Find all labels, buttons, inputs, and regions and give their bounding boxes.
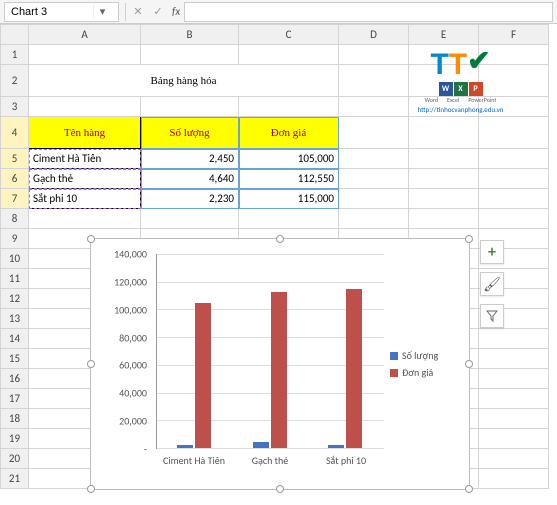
legend-swatch xyxy=(390,369,398,377)
cell-qty[interactable]: 4,640 xyxy=(141,169,239,189)
bar[interactable] xyxy=(271,292,287,448)
bar[interactable] xyxy=(346,289,362,448)
chart-legend[interactable]: Số lượng Đơn giá xyxy=(384,249,459,479)
cancel-icon: ✕ xyxy=(128,5,148,18)
bar[interactable] xyxy=(195,303,211,449)
row-header[interactable]: 19 xyxy=(1,429,29,449)
row-header[interactable]: 6 xyxy=(1,169,29,189)
col-header[interactable]: B xyxy=(141,25,239,45)
cell-price[interactable]: 105,000 xyxy=(239,149,339,169)
row-header[interactable]: 7 xyxy=(1,189,29,209)
row-header[interactable]: 3 xyxy=(1,97,29,117)
name-box-dropdown-icon[interactable]: ▾ xyxy=(93,5,111,18)
cell-price[interactable]: 112,550 xyxy=(239,169,339,189)
y-axis: -20,00040,00060,00080,000100,000120,0001… xyxy=(101,249,151,449)
cell-price[interactable]: 115,000 xyxy=(239,189,339,209)
col-header[interactable]: D xyxy=(339,25,409,45)
row-header[interactable]: 1 xyxy=(1,45,29,65)
select-all-corner[interactable] xyxy=(1,25,29,45)
resize-handle[interactable] xyxy=(87,360,95,368)
cell-qty[interactable]: 2,450 xyxy=(141,149,239,169)
resize-handle[interactable] xyxy=(87,235,95,243)
chart-styles-button[interactable]: 🖌 xyxy=(480,272,504,296)
name-box[interactable]: ▾ xyxy=(4,2,119,22)
x-tick-label: Gạch thẻ xyxy=(232,451,308,479)
row-header[interactable]: 17 xyxy=(1,389,29,409)
formula-input[interactable] xyxy=(184,2,553,22)
resize-handle[interactable] xyxy=(87,485,95,493)
row-header[interactable]: 15 xyxy=(1,349,29,369)
col-header[interactable]: E xyxy=(409,25,479,45)
row-header[interactable]: 21 xyxy=(1,469,29,489)
row-header[interactable]: 9 xyxy=(1,229,29,249)
row-header[interactable]: 10 xyxy=(1,249,29,269)
row-header[interactable]: 13 xyxy=(1,309,29,329)
row-header[interactable]: 20 xyxy=(1,449,29,469)
row-header[interactable]: 14 xyxy=(1,329,29,349)
chart-elements-button[interactable]: + xyxy=(480,240,504,264)
bar[interactable] xyxy=(177,445,193,448)
cell-name[interactable]: Gạch thẻ xyxy=(29,169,141,189)
legend-item: Đơn giá xyxy=(390,366,459,379)
x-tick-label: Ciment Hà Tiên xyxy=(156,451,232,479)
name-box-input[interactable] xyxy=(5,6,93,18)
col-header[interactable]: F xyxy=(479,25,549,45)
resize-handle[interactable] xyxy=(465,360,473,368)
table-header[interactable]: Tên hàng xyxy=(29,117,141,149)
resize-handle[interactable] xyxy=(465,485,473,493)
embedded-chart[interactable]: -20,00040,00060,00080,000100,000120,0001… xyxy=(90,238,470,490)
cell-name[interactable]: Ciment Hà Tiên xyxy=(29,149,141,169)
x-axis-labels: Ciment Hà TiênGạch thẻSắt phi 10 xyxy=(156,451,384,479)
row-header[interactable]: 18 xyxy=(1,409,29,429)
cell-qty[interactable]: 2,230 xyxy=(141,189,239,209)
resize-handle[interactable] xyxy=(276,235,284,243)
legend-label: Số lượng xyxy=(402,349,438,362)
row-header[interactable]: 4 xyxy=(1,117,29,149)
legend-label: Đơn giá xyxy=(402,366,433,379)
formula-bar: ▾ ✕ ✓ fx xyxy=(0,0,557,24)
sheet-title[interactable]: Bảng hàng hóa xyxy=(29,65,339,97)
row-header[interactable]: 2 xyxy=(1,65,29,97)
cell-name[interactable]: Sắt phi 10 xyxy=(29,189,141,209)
row-header[interactable]: 11 xyxy=(1,269,29,289)
row-header[interactable]: 16 xyxy=(1,369,29,389)
row-header[interactable]: 5 xyxy=(1,149,29,169)
x-tick-label: Sắt phi 10 xyxy=(308,451,384,479)
legend-item: Số lượng xyxy=(390,349,459,362)
resize-handle[interactable] xyxy=(465,235,473,243)
legend-swatch xyxy=(390,352,398,360)
row-header[interactable]: 12 xyxy=(1,289,29,309)
plot xyxy=(156,254,384,449)
resize-handle[interactable] xyxy=(276,485,284,493)
bar[interactable] xyxy=(253,442,269,448)
fx-icon[interactable]: fx xyxy=(168,5,184,18)
table-header[interactable]: Số lượng xyxy=(141,117,239,149)
funnel-icon xyxy=(486,310,498,322)
bar[interactable] xyxy=(328,445,344,448)
plot-area[interactable]: -20,00040,00060,00080,000100,000120,0001… xyxy=(101,249,384,479)
chart-tools: + 🖌 xyxy=(480,240,504,328)
col-header[interactable]: C xyxy=(239,25,339,45)
table-header[interactable]: Đơn giá xyxy=(239,117,339,149)
row-header[interactable]: 8 xyxy=(1,209,29,229)
enter-icon: ✓ xyxy=(148,5,168,18)
col-header[interactable]: A xyxy=(29,25,141,45)
chart-filters-button[interactable] xyxy=(480,304,504,328)
